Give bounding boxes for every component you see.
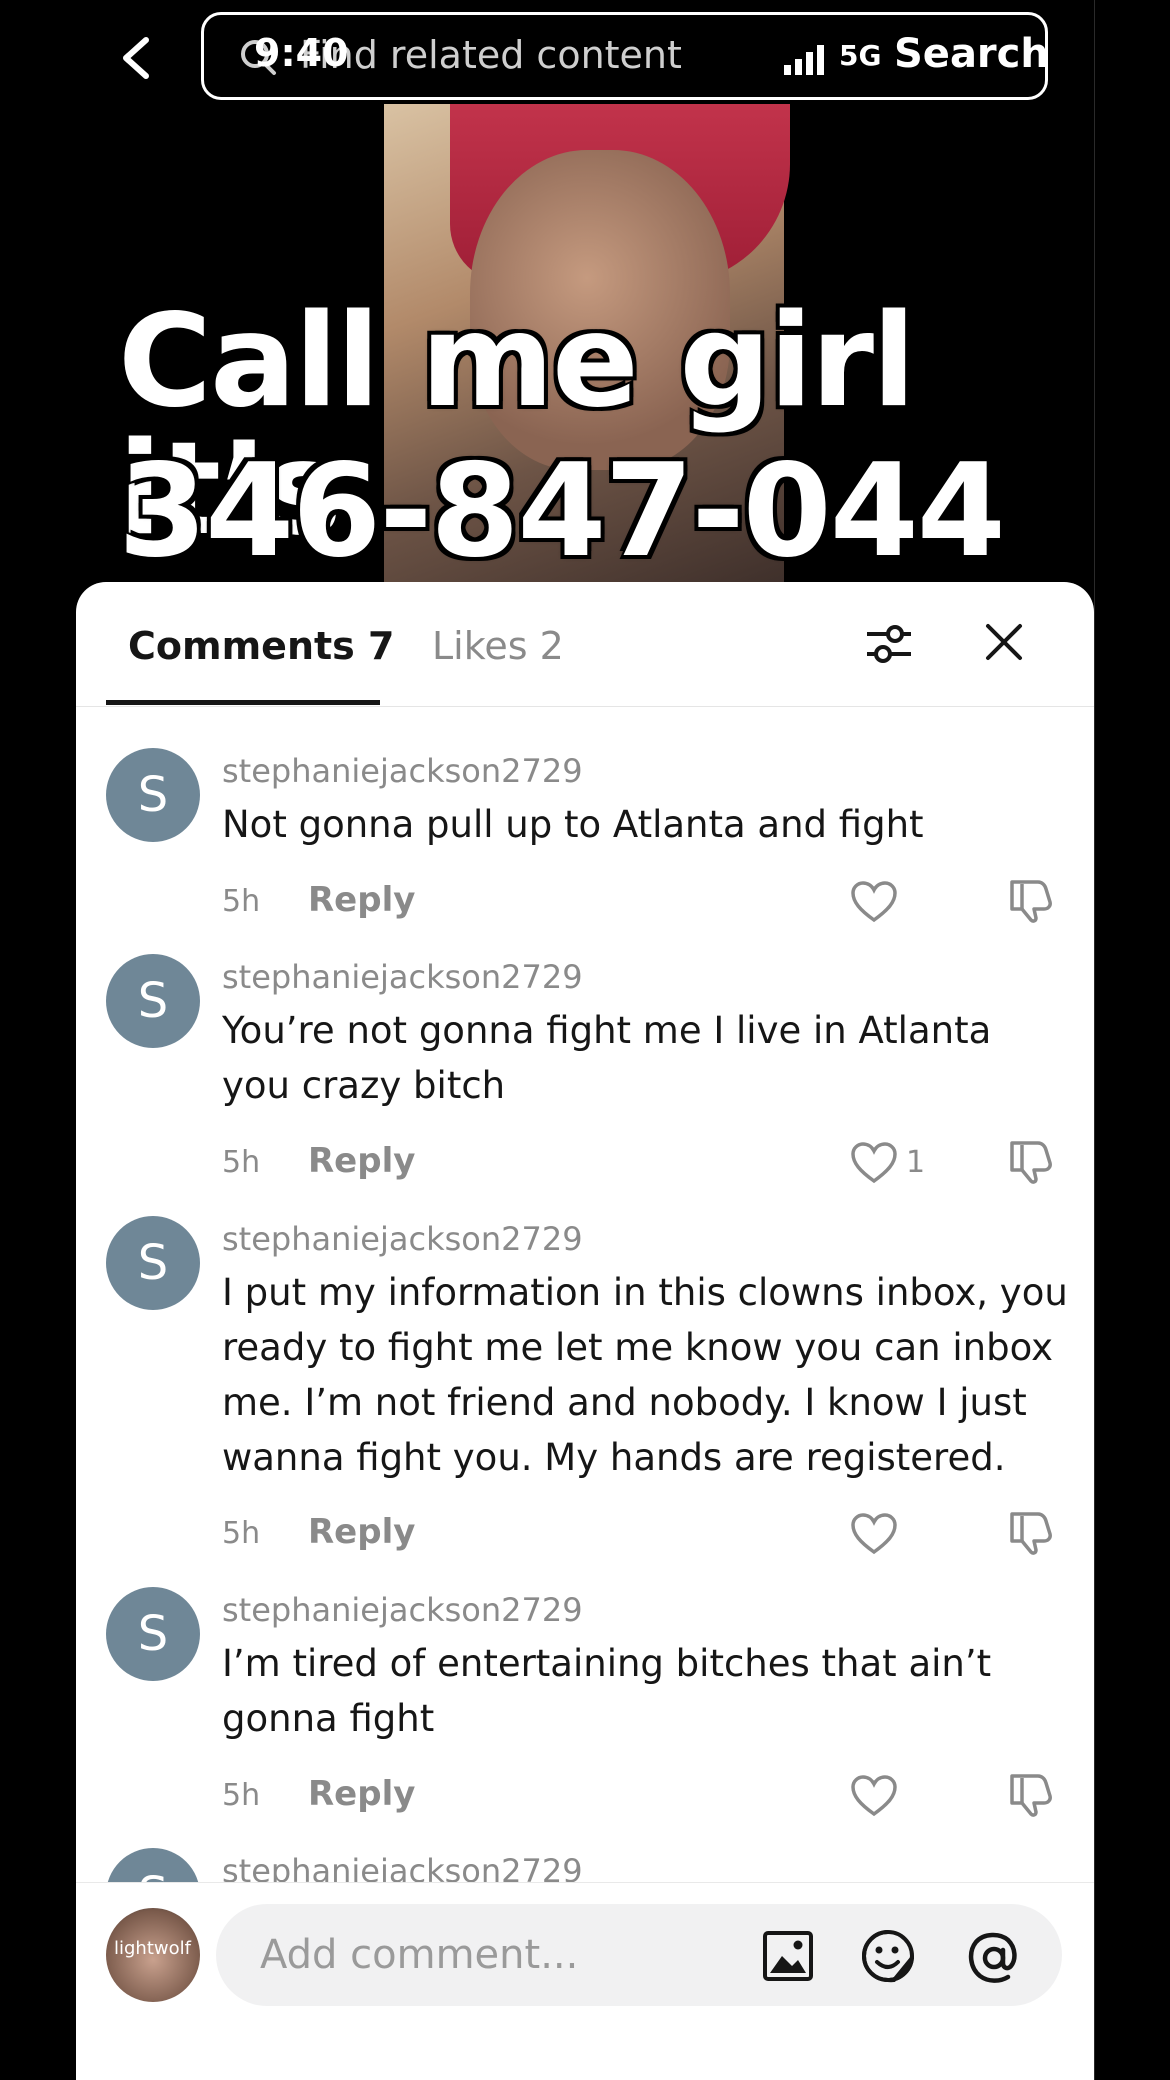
heart-icon[interactable] [850,880,898,924]
comment-text: You’re not gonna fight me I live in Atla… [222,1009,992,1107]
search-input[interactable]: Find related content [300,33,682,77]
active-tab-indicator [106,700,380,705]
status-time: 9:40 [254,31,349,75]
comment-input-placeholder: Add comment... [260,1932,579,1978]
avatar[interactable]: S [106,1587,200,1681]
reply-button[interactable]: Reply [308,1141,415,1181]
filter-icon[interactable] [865,620,913,668]
comment-username[interactable]: stephaniejackson2729 [222,958,583,996]
reply-button[interactable]: Reply [308,1774,415,1814]
network-indicator: 5G [839,39,882,72]
search-button[interactable]: Search [894,31,1049,77]
close-icon[interactable] [984,622,1024,662]
video-caption-line2: 346-847-044 [118,437,1006,586]
tab-likes[interactable]: Likes 2 [432,624,564,668]
dislike-icon[interactable] [1006,878,1054,924]
image-icon[interactable] [762,1930,814,1982]
tab-bar: Comments 7 Likes 2 [76,582,1094,707]
heart-icon[interactable] [850,1141,898,1185]
comment-username[interactable]: stephaniejackson2729 [222,752,583,790]
search-bar[interactable]: Find related content 9:40 5G Search [201,12,1049,100]
reply-button[interactable]: Reply [308,880,415,920]
dislike-icon[interactable] [1006,1772,1054,1818]
comment-time: 5h [222,1516,261,1551]
comment-username[interactable]: stephaniejackson2729 [222,1220,583,1258]
like-count: 1 [906,1145,926,1180]
comment-text: I put my information in this clowns inbo… [222,1271,1068,1479]
comment-username[interactable]: stephaniejackson2729 [222,1591,583,1629]
dislike-icon[interactable] [1006,1510,1054,1556]
heart-icon[interactable] [850,1512,898,1556]
avatar[interactable]: S [106,1216,200,1310]
comment-text: I’m tired of entertaining bitches that a… [222,1642,992,1740]
comment-time: 5h [222,1778,261,1813]
emoji-icon[interactable] [860,1928,916,1984]
comment-time: 5h [222,884,261,919]
back-icon[interactable] [116,34,156,82]
heart-icon[interactable] [850,1774,898,1818]
comment-input[interactable]: Add comment... [216,1904,1062,2006]
comments-sheet: Comments 7 Likes 2 S stephaniejackson272… [76,582,1094,2080]
my-avatar-label: lightwolf [114,1938,191,1959]
avatar[interactable]: S [106,748,200,842]
reply-button[interactable]: Reply [308,1512,415,1552]
at-icon[interactable] [966,1930,1022,1986]
comment-text: Not gonna pull up to Atlanta and fight [222,803,924,846]
side-strip [1094,0,1170,2080]
comment-time: 5h [222,1145,261,1180]
signal-icon [784,45,824,75]
tab-comments[interactable]: Comments 7 [128,624,394,668]
avatar[interactable]: S [106,954,200,1048]
dislike-icon[interactable] [1006,1139,1054,1185]
my-avatar[interactable]: lightwolf [106,1908,200,2002]
